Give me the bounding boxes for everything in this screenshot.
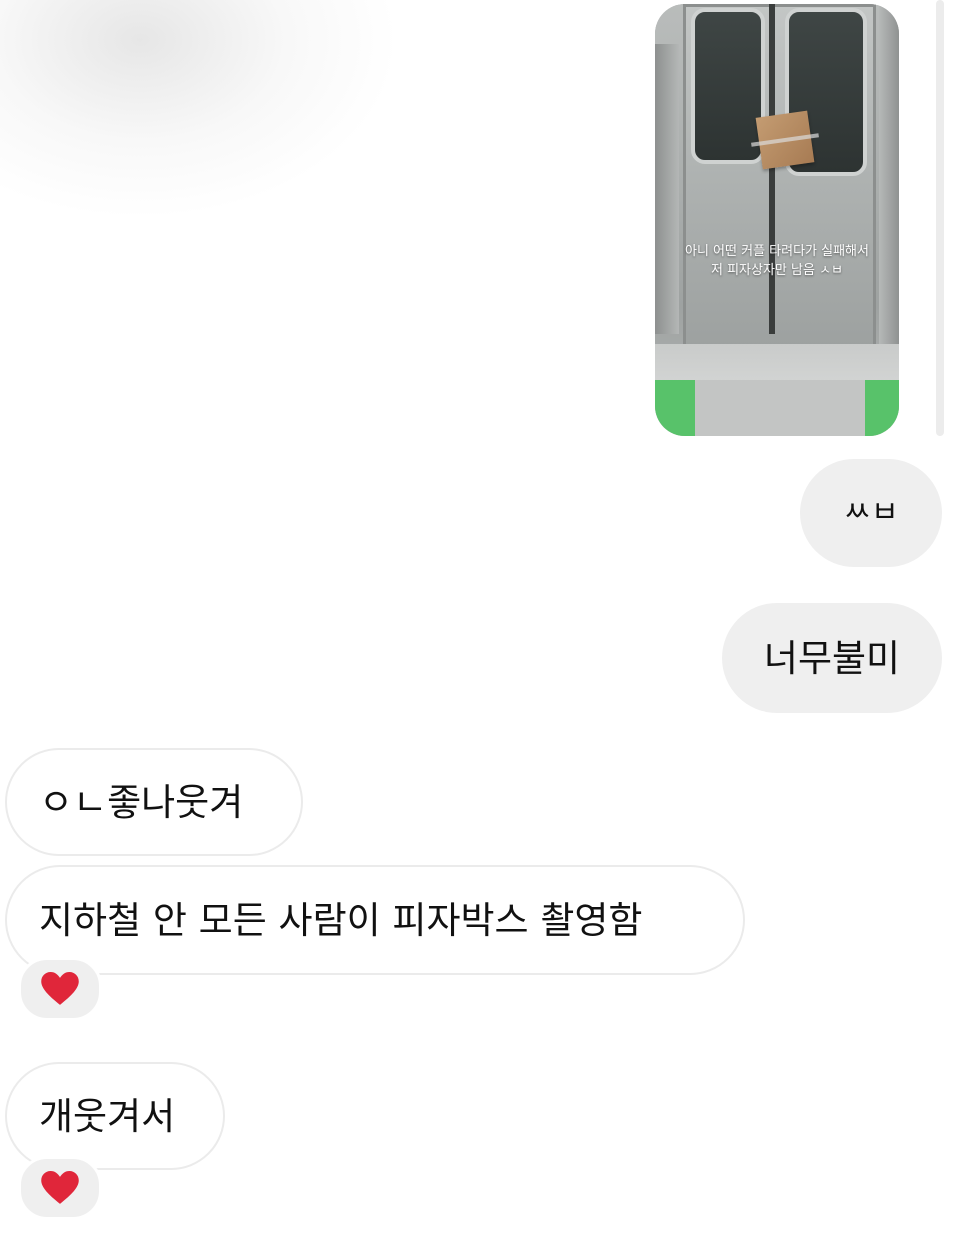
story-reply-image[interactable]: 아니 어떤 커플 타려다가 실패해서 저 피자상자만 남음 ㅅㅂ [655,4,899,436]
scrollbar[interactable] [936,0,944,436]
pizza-box [755,110,815,170]
train-wall-left [655,44,679,334]
heart-icon [41,1171,79,1204]
door-window-left [691,8,765,164]
story-caption-line2: 저 피자상자만 남음 ㅅㅂ [711,263,843,278]
door-seam [769,4,775,334]
reaction-badge[interactable] [18,1156,102,1220]
story-caption-line1: 아니 어떤 커플 타려다가 실패해서 [685,244,869,259]
message-bubble-sent[interactable]: 너무불미 [722,603,942,713]
platform-grey-floor [695,380,865,436]
corner-glow [0,0,400,220]
message-bubble-sent[interactable]: ㅆㅂ [800,459,942,567]
message-bubble-received[interactable]: 지하철 안 모든 사람이 피자박스 촬영함 [5,865,745,975]
chat-screen: 아니 어떤 커플 타려다가 실패해서 저 피자상자만 남음 ㅅㅂ ㅆㅂ 너무불미… [0,0,966,1233]
heart-icon [41,972,79,1005]
reaction-badge[interactable] [18,957,102,1021]
message-bubble-received[interactable]: ㅇㄴ좋나웃겨 [5,748,303,856]
train-wall-right [879,4,899,364]
message-bubble-received[interactable]: 개웃겨서 [5,1062,225,1170]
story-caption: 아니 어떤 커플 타려다가 실패해서 저 피자상자만 남음 ㅅㅂ [655,242,899,280]
